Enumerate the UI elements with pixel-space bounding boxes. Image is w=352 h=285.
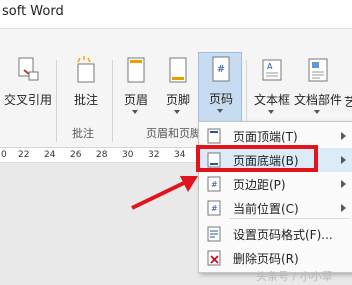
chevron-right-icon <box>341 132 346 140</box>
quick-parts-label: 文档部件 <box>293 93 342 107</box>
menu-item-page-margin[interactable]: # 页边距(P) <box>199 172 352 196</box>
watermark: 头条号 / 小小草 <box>256 270 333 283</box>
annotation-arrow-icon <box>131 176 198 210</box>
ruler-tick: 32 <box>148 150 160 160</box>
comment-button[interactable]: 批注 <box>64 54 108 120</box>
menu-separator <box>229 218 349 219</box>
page-margin-icon: # <box>207 176 221 192</box>
svg-text:#: # <box>217 64 225 75</box>
text-box-icon: A <box>262 59 282 81</box>
ruler-tick: 28 <box>96 150 108 160</box>
header-button[interactable]: 页眉 <box>114 54 158 120</box>
page-number-icon: # <box>212 56 230 82</box>
comment-label: 批注 <box>73 93 98 107</box>
page-number-menu: 页面顶端(T) 页面底端(B) # 页边距(P) # 当前位置(C) 设置页码格… <box>198 121 352 273</box>
format-page-number-icon <box>207 226 221 242</box>
menu-item-label: 页面顶端(T) <box>233 130 298 144</box>
wordart-button[interactable]: 艺 <box>344 91 352 109</box>
header-icon <box>127 57 145 83</box>
menu-item-page-bottom[interactable]: 页面底端(B) <box>199 148 352 172</box>
chevron-down-icon <box>217 109 223 113</box>
svg-text:#: # <box>211 204 218 213</box>
group-label-comments: 批注 <box>72 127 94 140</box>
remove-page-number-icon <box>207 250 221 266</box>
page-number-label: 页码 <box>208 92 233 106</box>
page-bottom-icon <box>207 152 221 168</box>
page-top-icon <box>207 128 221 144</box>
ruler-tick: 24 <box>44 150 56 160</box>
svg-text:A: A <box>267 62 273 71</box>
menu-item-label: 设置页码格式(F)... <box>233 228 333 242</box>
menu-item-label: 当前位置(C) <box>233 202 299 216</box>
chevron-down-icon <box>174 110 180 114</box>
quick-parts-button[interactable]: 文档部件 <box>294 54 342 120</box>
menu-item-format-page-number[interactable]: 设置页码格式(F)... <box>199 222 352 246</box>
chevron-right-icon <box>341 180 346 188</box>
chevron-right-icon <box>341 156 346 164</box>
title-bar: soft Word <box>0 0 352 28</box>
svg-text:#: # <box>211 180 218 189</box>
ruler-tick: 30 <box>122 150 134 160</box>
chevron-down-icon <box>132 110 138 114</box>
menu-item-label: 页边距(P) <box>233 178 286 192</box>
current-position-icon: # <box>207 200 221 216</box>
chevron-down-icon <box>314 110 320 114</box>
window-title: soft Word <box>2 4 64 19</box>
page-number-button[interactable]: # 页码 <box>198 52 242 122</box>
footer-icon <box>169 57 187 83</box>
comment-icon <box>77 56 95 83</box>
chevron-down-icon <box>268 110 274 114</box>
text-box-button[interactable]: A 文本框 <box>250 54 294 120</box>
menu-item-label: 页面底端(B) <box>233 154 299 168</box>
ruler-tick: 26 <box>70 150 82 160</box>
chevron-right-icon <box>341 204 346 212</box>
menu-item-remove-page-number[interactable]: 删除页码(R) <box>199 246 352 270</box>
cross-reference-icon <box>18 57 39 81</box>
cross-reference-label: 交叉引用 <box>3 93 52 107</box>
menu-item-page-top[interactable]: 页面顶端(T) <box>199 124 352 148</box>
menu-item-current-position[interactable]: # 当前位置(C) <box>199 196 352 220</box>
group-label-header-footer: 页眉和页脚 <box>146 127 201 140</box>
ruler-tick: 34 <box>174 150 186 160</box>
wordart-label: 艺 <box>344 95 352 109</box>
cross-reference-button[interactable]: 交叉引用 <box>4 54 52 120</box>
footer-button[interactable]: 页脚 <box>156 54 200 120</box>
ruler-tick: 22 <box>18 150 30 160</box>
quick-parts-icon <box>308 58 328 82</box>
menu-item-label: 删除页码(R) <box>233 252 299 266</box>
ruler-tick: 0 <box>1 150 7 160</box>
group-divider <box>56 60 57 142</box>
